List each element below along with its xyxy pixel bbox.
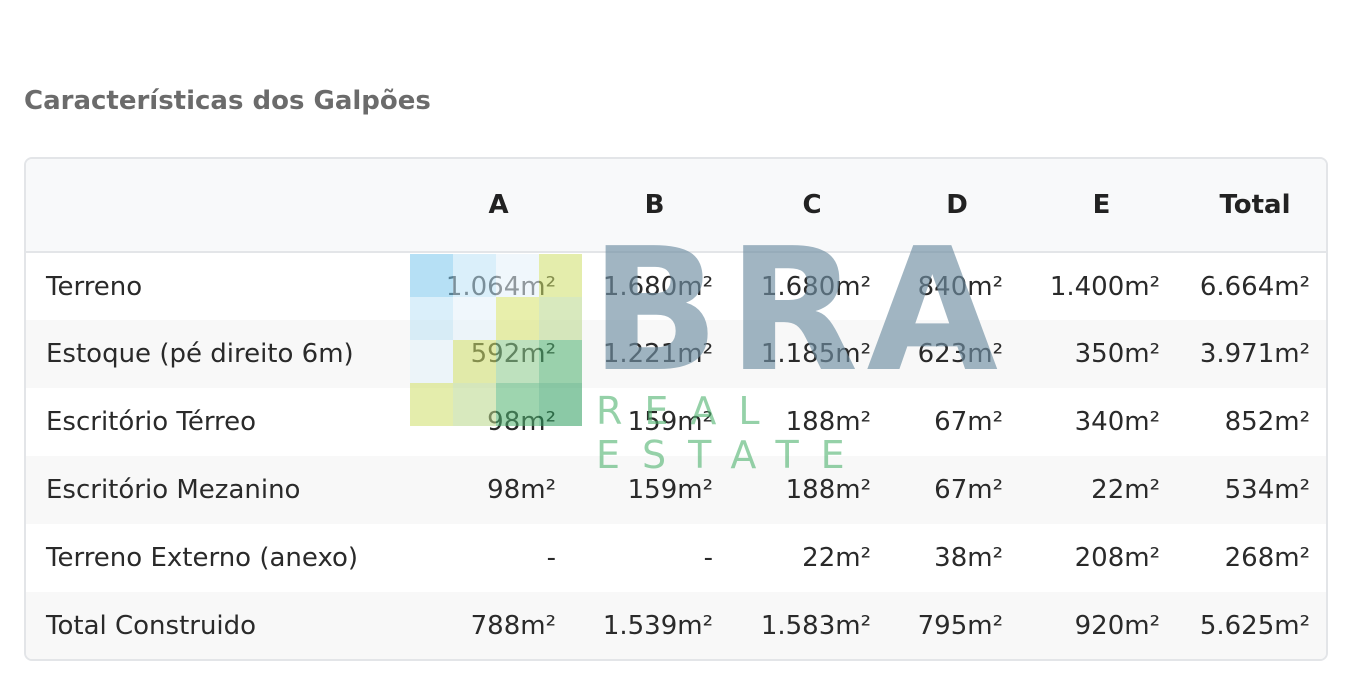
table-cell: 6.664m²: [1199, 271, 1310, 302]
header-cell-b: B: [644, 190, 665, 220]
table-cell: 1.680m²: [760, 271, 871, 302]
table-cell: 268m²: [1224, 543, 1310, 573]
header-cell-c: C: [802, 190, 822, 220]
table-cell: 1.185m²: [760, 339, 871, 369]
table-cell: 208m²: [1074, 543, 1160, 573]
table-cell: 159m²: [627, 475, 713, 505]
table-cell: -: [546, 543, 556, 573]
characteristics-table: A B C D E Total Terreno 1.064m² 1.680m² …: [26, 159, 1326, 659]
table-cell: 592m²: [470, 339, 556, 369]
table-row: Terreno Externo (anexo) - - 22m² 38m² 20…: [26, 524, 1326, 592]
table-cell: 22m²: [802, 543, 871, 573]
table-row: Estoque (pé direito 6m) 592m² 1.221m² 1.…: [26, 320, 1326, 388]
header-cell-empty: [26, 159, 421, 252]
table-cell: 188m²: [785, 475, 871, 505]
table-cell: 98m²: [487, 407, 556, 437]
table-row: Total Construido 788m² 1.539m² 1.583m² 7…: [26, 592, 1326, 659]
row-label: Estoque (pé direito 6m): [46, 339, 354, 369]
table-row: Escritório Mezanino 98m² 159m² 188m² 67m…: [26, 456, 1326, 524]
table-cell: 840m²: [917, 271, 1003, 302]
table-cell: 67m²: [934, 407, 1003, 437]
table-cell: 67m²: [934, 475, 1003, 505]
characteristics-table-card: A B C D E Total Terreno 1.064m² 1.680m² …: [24, 157, 1328, 661]
table-header-row: A B C D E Total: [26, 159, 1326, 252]
section-title: Características dos Galpões: [24, 86, 431, 116]
table-cell: 98m²: [487, 475, 556, 505]
table-cell: 534m²: [1224, 475, 1310, 505]
table-cell: -: [703, 543, 713, 573]
table-cell: 1.221m²: [602, 339, 713, 369]
table-cell: 852m²: [1224, 407, 1310, 437]
header-cell-e: E: [1092, 190, 1111, 220]
table-cell: 3.971m²: [1199, 339, 1310, 369]
row-label: Terreno Externo (anexo): [46, 543, 359, 573]
header-cell-a: A: [488, 190, 509, 220]
table-cell: 788m²: [470, 611, 556, 641]
row-label: Escritório Térreo: [46, 407, 257, 437]
table-cell: 159m²: [627, 407, 713, 437]
table-cell: 1.539m²: [602, 611, 713, 641]
row-label: Escritório Mezanino: [46, 475, 301, 505]
row-label: Total Construido: [46, 611, 257, 641]
table-cell: 1.680m²: [602, 271, 713, 302]
table-cell: 1.064m²: [445, 271, 556, 302]
table-cell: 623m²: [917, 339, 1003, 369]
table-row: Terreno 1.064m² 1.680m² 1.680m² 840m² 1.…: [26, 252, 1326, 320]
table-cell: 1.400m²: [1049, 271, 1160, 302]
row-label: Terreno: [46, 271, 143, 302]
table-cell: 340m²: [1074, 407, 1160, 437]
table-cell: 795m²: [917, 611, 1003, 641]
table-cell: 1.583m²: [760, 611, 871, 641]
table-cell: 22m²: [1091, 475, 1160, 505]
header-cell-total: Total: [1219, 190, 1291, 220]
header-cell-d: D: [946, 190, 968, 220]
table-row: Escritório Térreo 98m² 159m² 188m² 67m² …: [26, 388, 1326, 456]
table-cell: 5.625m²: [1199, 611, 1310, 641]
table-cell: 38m²: [934, 543, 1003, 573]
table-cell: 188m²: [785, 407, 871, 437]
table-cell: 350m²: [1074, 339, 1160, 369]
table-cell: 920m²: [1074, 611, 1160, 641]
